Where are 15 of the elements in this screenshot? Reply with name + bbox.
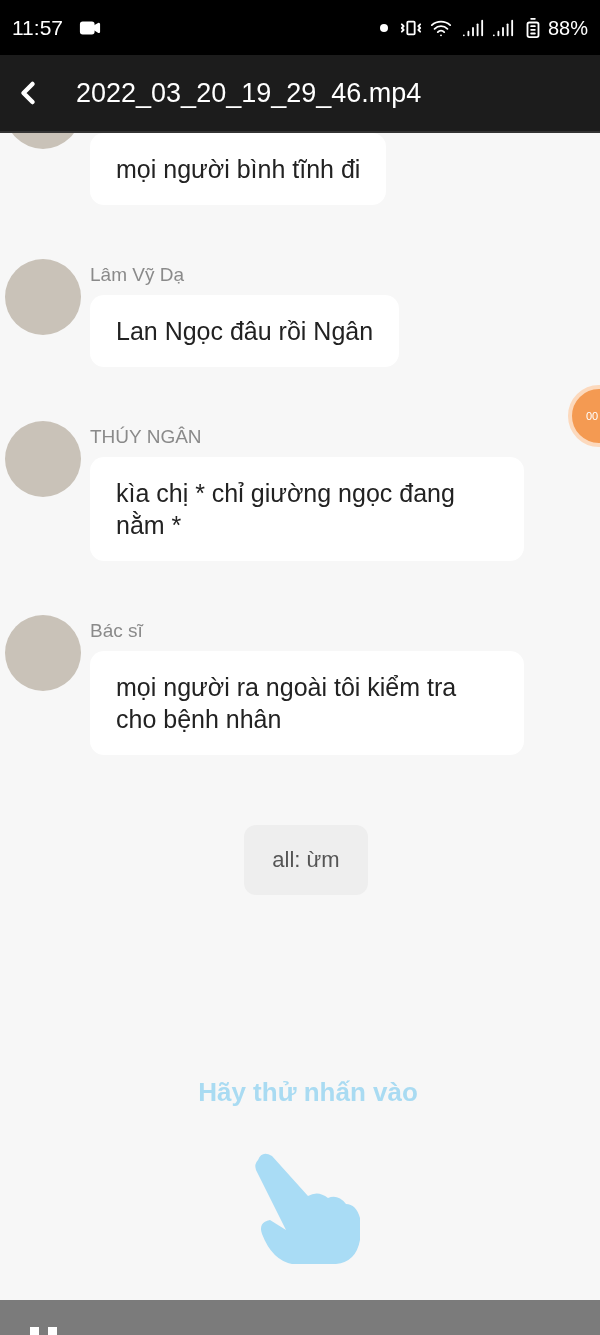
battery-percentage: 88% [547,15,588,41]
pause-icon[interactable] [30,1327,57,1335]
status-time: 11:57 [12,14,63,41]
sender-name: Bác sĩ [90,619,143,643]
message-bubble: Lan Ngọc đâu rồi Ngân [90,295,400,367]
message-bubble: mọi người ra ngoài tôi kiểm tra cho bệnh nhân [90,651,524,755]
sender-name: THÚY NGÂN [90,425,202,449]
message-bubble: kìa chị * chỉ giường ngọc đang nằm * [90,457,524,561]
sender-name: Lâm Vỹ Dạ [90,263,184,287]
floating-button[interactable]: 00 [568,385,600,447]
message-bubble: mọi người bình tĩnh đi [90,133,387,205]
video-title: 2022_03_20_19_29_46.mp4 [76,76,422,110]
system-message: all: ừm [244,825,368,895]
hint-text: Hãy thử nhấn vào [198,1076,418,1109]
timer-text: 00 [586,408,599,424]
